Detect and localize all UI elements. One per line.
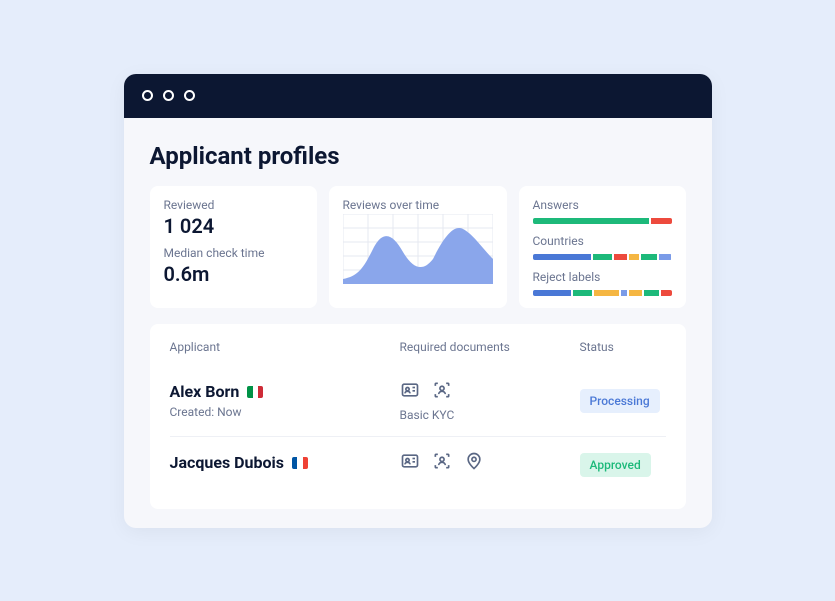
bar-segment — [593, 254, 612, 260]
bar-segment — [533, 218, 649, 224]
summary-cards: Reviewed 1 024 Median check time 0.6m Re… — [150, 186, 686, 308]
page-title: Applicant profiles — [150, 142, 686, 170]
doc-label: Basic KYC — [400, 408, 580, 422]
window-control-min[interactable] — [163, 90, 174, 101]
bar-segment — [629, 290, 642, 296]
content-area: Applicant profiles Reviewed 1 024 Median… — [124, 118, 712, 528]
applicant-name: Alex Born — [170, 382, 400, 401]
face-scan-icon — [432, 380, 452, 404]
bar-segment — [594, 290, 619, 296]
bar-segment — [644, 290, 659, 296]
bar-segment — [661, 290, 671, 296]
face-scan-icon — [432, 451, 452, 475]
id-card-icon — [400, 451, 420, 475]
location-pin-icon — [464, 451, 484, 475]
bar-segment — [659, 254, 672, 260]
bar-segment — [533, 290, 571, 296]
median-value: 0.6m — [164, 262, 303, 286]
chart-card: Reviews over time — [329, 186, 507, 308]
th-applicant: Applicant — [170, 340, 400, 354]
answers-bar — [533, 218, 672, 224]
bar-segment — [614, 254, 627, 260]
created-text: Created: Now — [170, 405, 400, 419]
bar-segment — [533, 254, 591, 260]
table-row[interactable]: Jacques Dubois Approved — [170, 437, 666, 493]
doc-icons — [400, 451, 580, 475]
window-control-close[interactable] — [142, 90, 153, 101]
applicant-name: Jacques Dubois — [170, 453, 400, 472]
bar-segment — [629, 254, 639, 260]
reviewed-value: 1 024 — [164, 214, 303, 238]
applicants-table: Applicant Required documents Status Alex… — [150, 324, 686, 509]
bars-card: Answers Countries Reject labels — [519, 186, 686, 308]
reject-label: Reject labels — [533, 270, 672, 284]
flag-icon — [292, 457, 308, 469]
bar-segment — [641, 254, 656, 260]
countries-label: Countries — [533, 234, 672, 248]
bar-segment — [573, 290, 592, 296]
th-status: Status — [580, 340, 666, 354]
countries-bar — [533, 254, 672, 260]
doc-icons — [400, 380, 580, 404]
reviews-chart — [343, 214, 493, 284]
table-body: Alex Born Created: NowBasic KYCProcessing… — [170, 372, 666, 493]
answers-label: Answers — [533, 198, 672, 212]
th-docs: Required documents — [400, 340, 580, 354]
reviewed-label: Reviewed — [164, 198, 303, 212]
app-window: Applicant profiles Reviewed 1 024 Median… — [124, 74, 712, 528]
status-badge: Approved — [580, 453, 651, 477]
status-badge: Processing — [580, 389, 660, 413]
bar-segment — [651, 218, 672, 224]
window-titlebar — [124, 74, 712, 118]
table-header: Applicant Required documents Status — [170, 340, 666, 354]
median-label: Median check time — [164, 246, 303, 260]
id-card-icon — [400, 380, 420, 404]
reject-bar — [533, 290, 672, 296]
chart-title: Reviews over time — [343, 198, 493, 212]
stats-card: Reviewed 1 024 Median check time 0.6m — [150, 186, 317, 308]
table-row[interactable]: Alex Born Created: NowBasic KYCProcessing — [170, 372, 666, 437]
bar-segment — [621, 290, 627, 296]
window-control-max[interactable] — [184, 90, 195, 101]
flag-icon — [247, 386, 263, 398]
